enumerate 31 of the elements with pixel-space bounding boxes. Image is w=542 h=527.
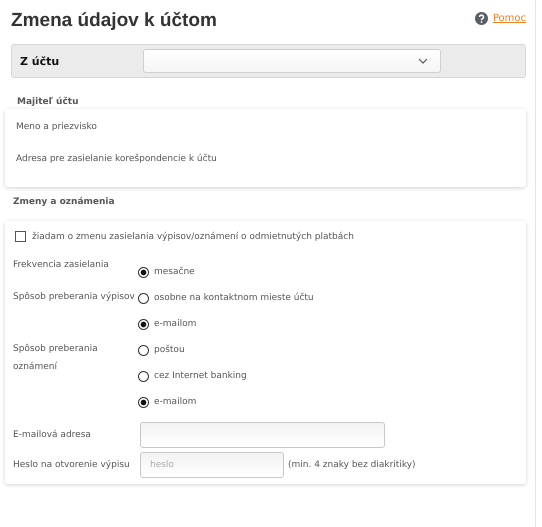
help-icon — [474, 12, 488, 24]
field-label: Adresa pre zasielanie korešpondencie k účtu — [16, 154, 218, 166]
field-label: Spôsob preberania oznámení — [13, 342, 99, 374]
email-field[interactable] — [140, 422, 385, 448]
radio-button[interactable] — [138, 318, 149, 330]
option-label: osobne na kontaktnom mieste účtu — [154, 293, 314, 303]
password-field[interactable]: heslo — [140, 452, 284, 478]
field-label: Spôsob preberania výpisov — [13, 290, 136, 304]
page-title: Zmena údajov k účtom — [11, 10, 217, 32]
option-label: e-mailom — [154, 319, 196, 329]
radio-button[interactable] — [138, 344, 149, 356]
section-heading: Zmeny a oznámenia — [12, 196, 116, 209]
field-label: Meno a priezvisko — [16, 122, 98, 134]
option-label: mesačne — [154, 267, 195, 277]
field-label: E-mailová adresa — [13, 428, 92, 442]
field-label: Frekvencia zasielania — [13, 259, 110, 272]
option-label: e-mailom — [154, 397, 196, 407]
help-link[interactable]: Pomoc — [492, 12, 526, 24]
radio-button[interactable] — [138, 370, 149, 382]
option-label: poštou — [154, 345, 185, 355]
field-label: Heslo na otvorenie výpisu — [13, 458, 131, 472]
radio-button[interactable] — [138, 266, 149, 278]
section-heading: Majiteľ účtu — [16, 96, 80, 109]
checkbox[interactable] — [15, 231, 26, 242]
hint-text: (min. 4 znaky bez diakritiky) — [288, 460, 416, 470]
option-label: cez Internet banking — [154, 371, 247, 381]
checkbox-label: žiadam o zmenu zasielania výpisov/oznámení o odmietnutých platbách — [32, 232, 354, 242]
chevron-down-icon — [418, 58, 428, 64]
radio-button[interactable] — [138, 396, 149, 408]
account-label: Z účtu — [19, 54, 60, 68]
radio-button[interactable] — [138, 292, 149, 304]
